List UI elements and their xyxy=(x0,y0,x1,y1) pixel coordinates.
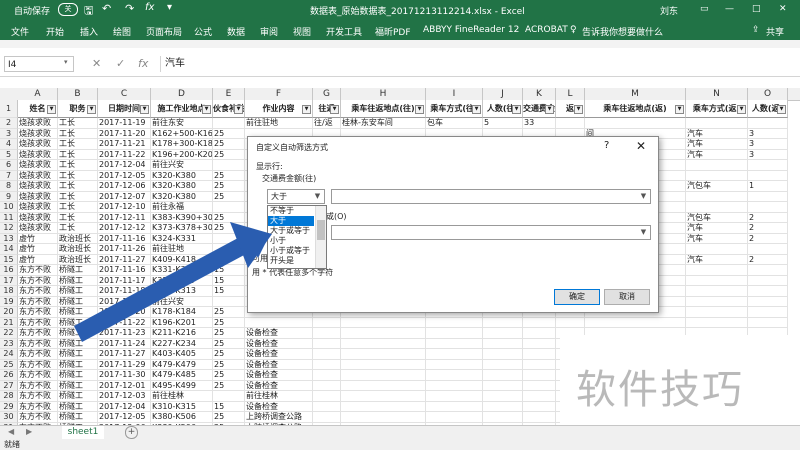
status-bar: 就绪 xyxy=(0,439,800,450)
add-sheet-button[interactable]: + xyxy=(125,426,138,439)
prev-sheet-icon[interactable]: ◀ xyxy=(8,427,14,436)
watermark-text: 软件技巧 xyxy=(576,367,744,413)
sheet-tab-bar: ◀ ▶ sheet1 + xyxy=(0,425,800,441)
watermark: 软件技巧 xyxy=(560,335,800,425)
status-ready: 就绪 xyxy=(4,440,20,449)
next-sheet-icon[interactable]: ▶ xyxy=(26,427,32,436)
arrow-shaft xyxy=(74,238,246,342)
